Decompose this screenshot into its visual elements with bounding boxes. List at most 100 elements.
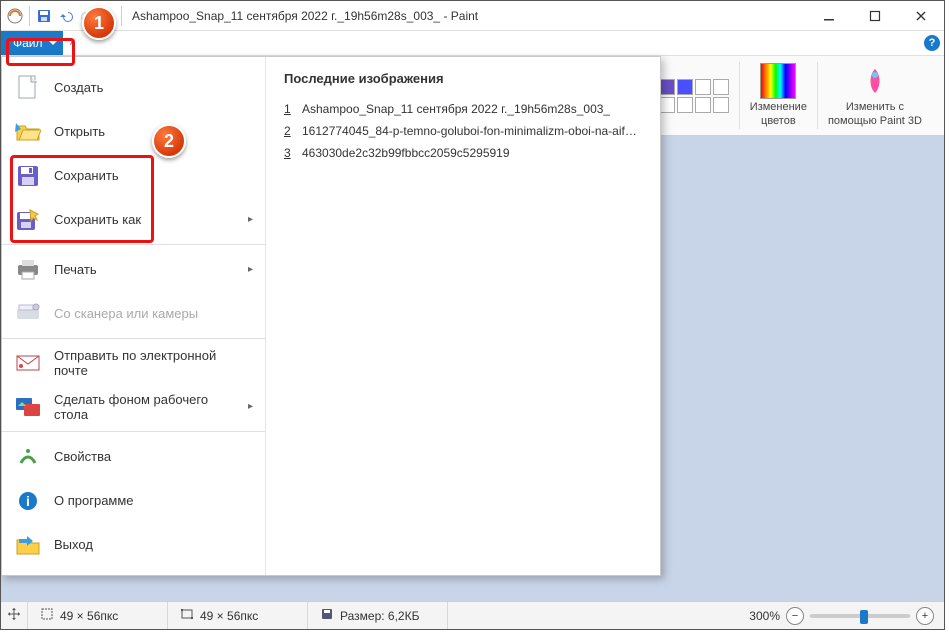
zoom-level: 300% <box>749 609 780 623</box>
menu-create[interactable]: Создать <box>2 65 265 109</box>
menu-save-as[interactable]: Сохранить как ▸ <box>2 198 265 242</box>
zoom-slider-thumb[interactable] <box>860 610 868 624</box>
save-icon[interactable] <box>34 6 54 26</box>
recent-text: 1612774045_84-p-temno-goluboi-fon-minima… <box>302 124 642 138</box>
recent-item[interactable]: 2 1612774045_84-p-temno-goluboi-fon-mini… <box>284 120 642 142</box>
menu-print-label: Печать <box>54 262 236 277</box>
undo-icon[interactable] <box>56 6 76 26</box>
menu-print[interactable]: Печать ▸ <box>2 247 265 291</box>
separator <box>2 244 265 245</box>
selection-size-text: 49 × 56пкс <box>60 609 118 623</box>
canvas-size-icon <box>180 607 194 624</box>
submenu-arrow-icon: ▸ <box>248 264 253 275</box>
crosshair-icon <box>7 607 21 624</box>
recent-text: 463030de2c32b99fbbcc2059c5295919 <box>302 146 510 160</box>
menu-open[interactable]: Открыть <box>2 109 265 153</box>
file-size-cell: Размер: 6,2КБ <box>308 602 448 629</box>
menu-about[interactable]: i О программе <box>2 478 265 522</box>
swatch[interactable] <box>659 79 675 95</box>
recent-panel: Последние изображения 1 Ashampoo_Snap_11… <box>265 57 660 575</box>
properties-icon <box>14 442 42 470</box>
recent-index: 3 <box>284 146 294 160</box>
help-icon: ? <box>924 35 940 51</box>
recent-item[interactable]: 3 463030de2c32b99fbbcc2059c5295919 <box>284 142 642 164</box>
swatch[interactable] <box>677 79 693 95</box>
file-size-text: Размер: 6,2КБ <box>340 609 419 623</box>
statusbar: 49 × 56пкс 49 × 56пкс Размер: 6,2КБ 300%… <box>1 601 944 629</box>
menu-wallpaper-label: Сделать фоном рабочего стола <box>54 392 236 422</box>
menu-email[interactable]: Отправить по электронной почте <box>2 341 265 385</box>
canvas-size-text: 49 × 56пкс <box>200 609 258 623</box>
paint3d-icon <box>857 63 893 99</box>
menu-about-label: О программе <box>54 493 253 508</box>
selection-icon <box>40 607 54 624</box>
open-folder-icon <box>14 117 42 145</box>
recent-text: Ashampoo_Snap_11 сентября 2022 г._19h56m… <box>302 102 610 116</box>
about-icon: i <box>14 487 42 515</box>
swatch[interactable] <box>677 97 693 113</box>
cursor-position-cell <box>1 602 28 629</box>
zoom-slider[interactable] <box>810 614 910 618</box>
save-floppy-icon <box>14 162 42 190</box>
minimize-button[interactable] <box>806 1 852 30</box>
swatch[interactable] <box>713 97 729 113</box>
recent-item[interactable]: 1 Ashampoo_Snap_11 сентября 2022 г._19h5… <box>284 98 642 120</box>
wallpaper-icon <box>14 393 42 421</box>
zoom-controls: 300% − + <box>739 607 944 625</box>
recent-heading: Последние изображения <box>284 71 642 86</box>
separator <box>121 6 122 26</box>
collapse-ribbon-icon[interactable]: ˄ <box>63 31 83 55</box>
zoom-in-button[interactable]: + <box>916 607 934 625</box>
color-swatches-group <box>649 62 739 129</box>
zoom-out-button[interactable]: − <box>786 607 804 625</box>
callout-number: 1 <box>94 13 104 34</box>
edit-colors-button[interactable]: Изменение цветов <box>739 62 817 129</box>
menu-scanner: Со сканера или камеры <box>2 291 265 335</box>
app-icon <box>5 6 25 26</box>
edit-colors-label: Изменение цветов <box>750 101 807 127</box>
file-menu-list: Создать Открыть Сохранить Сохранить как <box>2 57 265 575</box>
menu-exit[interactable]: Выход <box>2 523 265 567</box>
edit-colors-icon <box>760 63 796 99</box>
separator <box>2 431 265 432</box>
selection-size-cell: 49 × 56пкс <box>28 602 168 629</box>
menu-scanner-label: Со сканера или камеры <box>54 306 253 321</box>
menu-properties[interactable]: Свойства <box>2 434 265 478</box>
new-file-icon <box>14 73 42 101</box>
recent-index: 2 <box>284 124 294 138</box>
maximize-button[interactable] <box>852 1 898 30</box>
menu-create-label: Создать <box>54 80 253 95</box>
paint3d-label: Изменить с помощью Paint 3D <box>828 101 922 127</box>
printer-icon <box>14 255 42 283</box>
svg-text:i: i <box>26 493 30 509</box>
file-menu: Создать Открыть Сохранить Сохранить как <box>1 56 661 576</box>
swatch[interactable] <box>713 79 729 95</box>
window-controls <box>806 1 944 30</box>
menu-save[interactable]: Сохранить <box>2 154 265 198</box>
paint-window: Ashampoo_Snap_11 сентября 2022 г._19h56m… <box>0 0 945 630</box>
callout-number: 2 <box>164 131 174 152</box>
file-tab[interactable]: Файл <box>1 31 63 55</box>
help-button[interactable]: ? <box>920 31 944 55</box>
menu-save-label: Сохранить <box>54 168 253 183</box>
menu-wallpaper[interactable]: Сделать фоном рабочего стола ▸ <box>2 385 265 429</box>
annotation-callout: 1 <box>82 6 116 40</box>
separator <box>2 338 265 339</box>
exit-icon <box>14 531 42 559</box>
menu-properties-label: Свойства <box>54 449 253 464</box>
tab-bar: Файл ˄ ? <box>1 31 944 56</box>
canvas-size-cell: 49 × 56пкс <box>168 602 308 629</box>
swatch[interactable] <box>695 79 711 95</box>
window-title: Ashampoo_Snap_11 сентября 2022 г._19h56m… <box>124 9 478 23</box>
email-icon <box>14 349 42 377</box>
swatch[interactable] <box>659 97 675 113</box>
swatch[interactable] <box>695 97 711 113</box>
disk-icon <box>320 607 334 624</box>
scanner-icon <box>14 299 42 327</box>
menu-email-label: Отправить по электронной почте <box>54 348 253 378</box>
annotation-callout: 2 <box>152 124 186 158</box>
paint3d-button[interactable]: Изменить с помощью Paint 3D <box>817 62 932 129</box>
titlebar: Ashampoo_Snap_11 сентября 2022 г._19h56m… <box>1 1 944 31</box>
swatch-grid <box>659 79 729 113</box>
close-button[interactable] <box>898 1 944 30</box>
